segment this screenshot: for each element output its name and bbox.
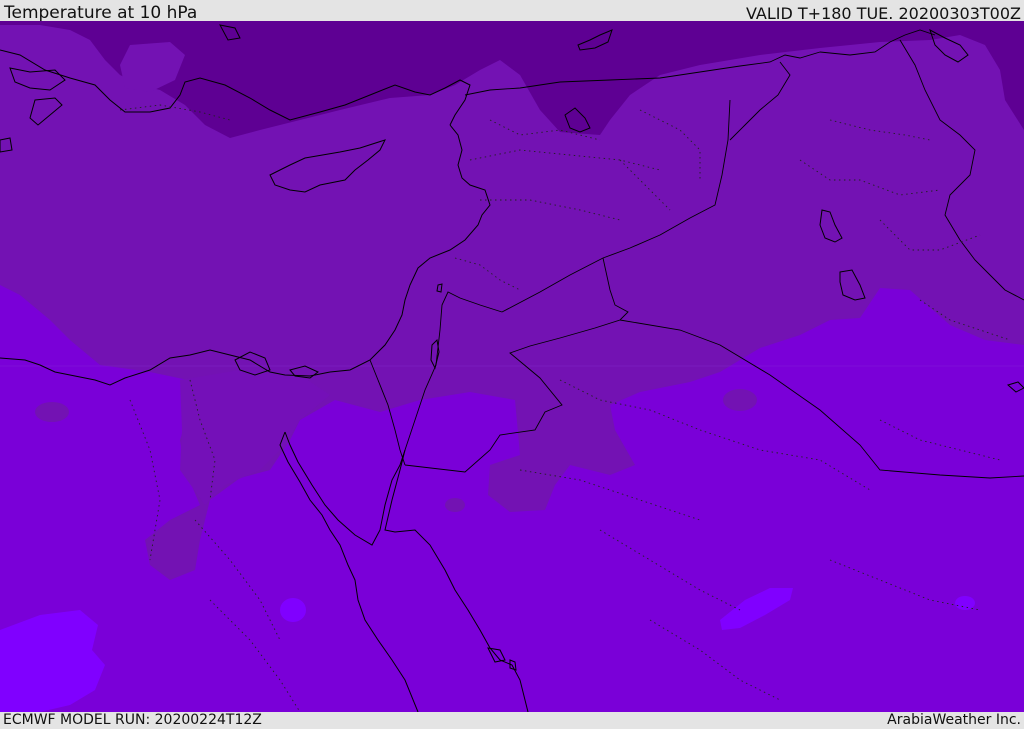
- field-warmest-far-east: [955, 596, 975, 610]
- map-title: Temperature at 10 hPa: [4, 3, 198, 23]
- field-cold-spot-2: [445, 498, 465, 512]
- map-canvas: [0, 21, 1024, 712]
- field-cold-spot-1: [35, 402, 69, 422]
- temperature-map[interactable]: [0, 21, 1024, 712]
- credit-text: ArabiaWeather Inc.: [887, 712, 1021, 728]
- model-run: ECMWF MODEL RUN: 20200224T12Z: [3, 712, 262, 728]
- header-bar: Temperature at 10 hPa VALID T+180 TUE. 2…: [0, 0, 1024, 23]
- footer-bar: ECMWF MODEL RUN: 20200224T12Z ArabiaWeat…: [0, 712, 1024, 729]
- field-cold-spot-3: [723, 389, 757, 411]
- field-warmest-center: [280, 598, 306, 622]
